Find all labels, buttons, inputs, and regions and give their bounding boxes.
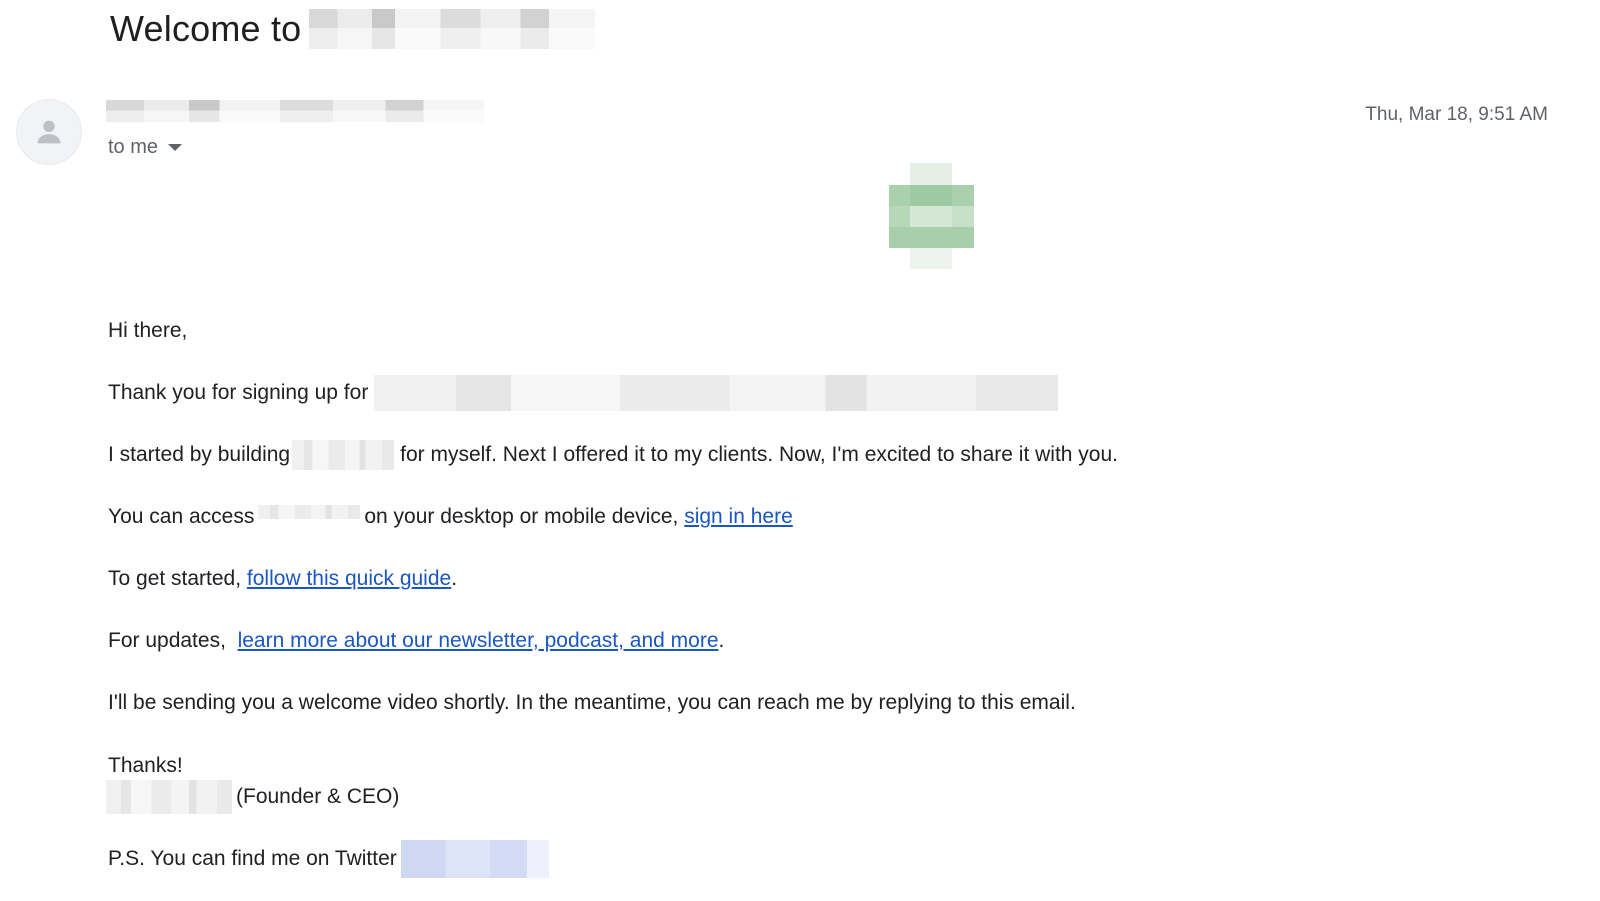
redacted-product-name-2 [292, 440, 395, 470]
redacted-product-name-3 [258, 505, 361, 519]
video-line: I'll be sending you a welcome video shor… [108, 672, 1508, 734]
updates-line: For updates, learn more about our newsle… [108, 610, 1508, 672]
email-body: Hi there, Thank you for signing up for I… [106, 300, 1508, 890]
signoff-line: Thanks! [108, 750, 1508, 781]
updates-prefix: For updates, [108, 629, 226, 652]
guide-prefix: To get started, [108, 567, 242, 590]
greeting-text: Hi there, [108, 319, 188, 342]
ps-line: P.S. You can find me on Twitter [108, 828, 1508, 890]
to-label: to me [108, 136, 159, 158]
signature-title: (Founder & CEO) [236, 784, 400, 808]
signoff-text: Thanks! [108, 753, 183, 777]
signup-text: Thank you for signing up for [108, 381, 369, 404]
access-line: You can access on your desktop or mobile … [108, 486, 1508, 548]
redacted-twitter-handle[interactable] [400, 840, 549, 878]
subject-text: Welcome to [110, 8, 302, 49]
access-prefix: You can access [108, 505, 255, 528]
story-line: I started by building for myself. Next I … [108, 424, 1508, 486]
video-text: I'll be sending you a welcome video shor… [108, 691, 1076, 714]
email-timestamp: Thu, Mar 18, 9:51 AM [1365, 104, 1548, 125]
newsletter-link[interactable]: learn more about our newsletter, podcast… [238, 627, 719, 655]
guide-suffix: . [451, 567, 458, 590]
email-subject: Welcome to [110, 8, 596, 50]
caret-down-icon [168, 144, 183, 151]
guide-line: To get started, follow this quick guide. [108, 548, 1508, 610]
signup-line: Thank you for signing up for [108, 362, 1508, 424]
person-icon [37, 120, 61, 144]
ps-text: P.S. You can find me on Twitter [108, 847, 397, 870]
sender-avatar[interactable] [16, 99, 82, 165]
company-logo [889, 163, 974, 269]
access-middle: on your desktop or mobile device, [364, 505, 679, 528]
quick-guide-link[interactable]: follow this quick guide [247, 565, 451, 593]
story-suffix: for myself. Next I offered it to my clie… [400, 443, 1118, 466]
story-prefix: I started by building [108, 443, 291, 466]
sign-in-link[interactable]: sign in here [684, 503, 793, 531]
signature-line: (Founder & CEO) [106, 779, 1508, 814]
redacted-founder-name [106, 779, 232, 814]
redacted-product-name [309, 9, 596, 49]
redacted-sender-name[interactable] [106, 100, 484, 122]
updates-suffix: . [718, 629, 725, 652]
greeting-line: Hi there, [108, 300, 1508, 362]
redacted-product-tagline [374, 375, 1059, 411]
recipients-toggle[interactable]: to me [108, 136, 183, 159]
